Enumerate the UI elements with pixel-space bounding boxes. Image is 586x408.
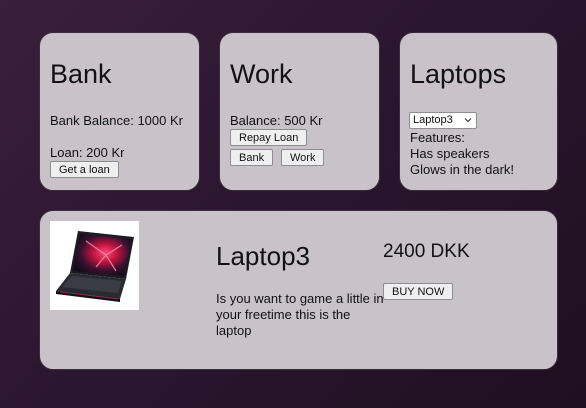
bank-title: Bank (50, 59, 112, 89)
feature-item: Glows in the dark! (410, 162, 515, 177)
loan-amount: Loan: 200 Kr (50, 145, 125, 160)
chevron-down-icon (464, 118, 472, 123)
laptop-select-value: Laptop3 (413, 114, 453, 126)
product-price: 2400 DKK (383, 241, 470, 262)
laptops-card: Laptops Laptop3 Features: Has speakers G… (399, 32, 558, 191)
features-label: Features: (410, 130, 465, 145)
feature-item: Has speakers (410, 146, 490, 161)
bank-button[interactable]: Bank (230, 149, 274, 166)
laptops-title: Laptops (410, 59, 507, 89)
laptop-icon (50, 221, 139, 310)
work-card: Work Balance: 500 Kr Repay Loan Bank Wor… (219, 32, 380, 191)
work-button[interactable]: Work (281, 149, 325, 166)
product-name: Laptop3 (216, 241, 310, 271)
product-description: Is you want to game a little in your fre… (216, 291, 384, 338)
bank-card: Bank Bank Balance: 1000 Kr Loan: 200 Kr … (39, 32, 200, 191)
bank-balance: Bank Balance: 1000 Kr (50, 113, 183, 128)
work-title: Work (230, 59, 293, 89)
laptop-image (50, 221, 139, 310)
get-loan-button[interactable]: Get a loan (50, 161, 119, 178)
work-balance: Balance: 500 Kr (230, 113, 323, 128)
buy-now-button[interactable]: BUY NOW (383, 283, 454, 300)
laptop-select[interactable]: Laptop3 (409, 112, 477, 129)
repay-loan-button[interactable]: Repay Loan (230, 129, 308, 146)
product-card: Laptop3 Is you want to game a little in … (39, 210, 558, 370)
